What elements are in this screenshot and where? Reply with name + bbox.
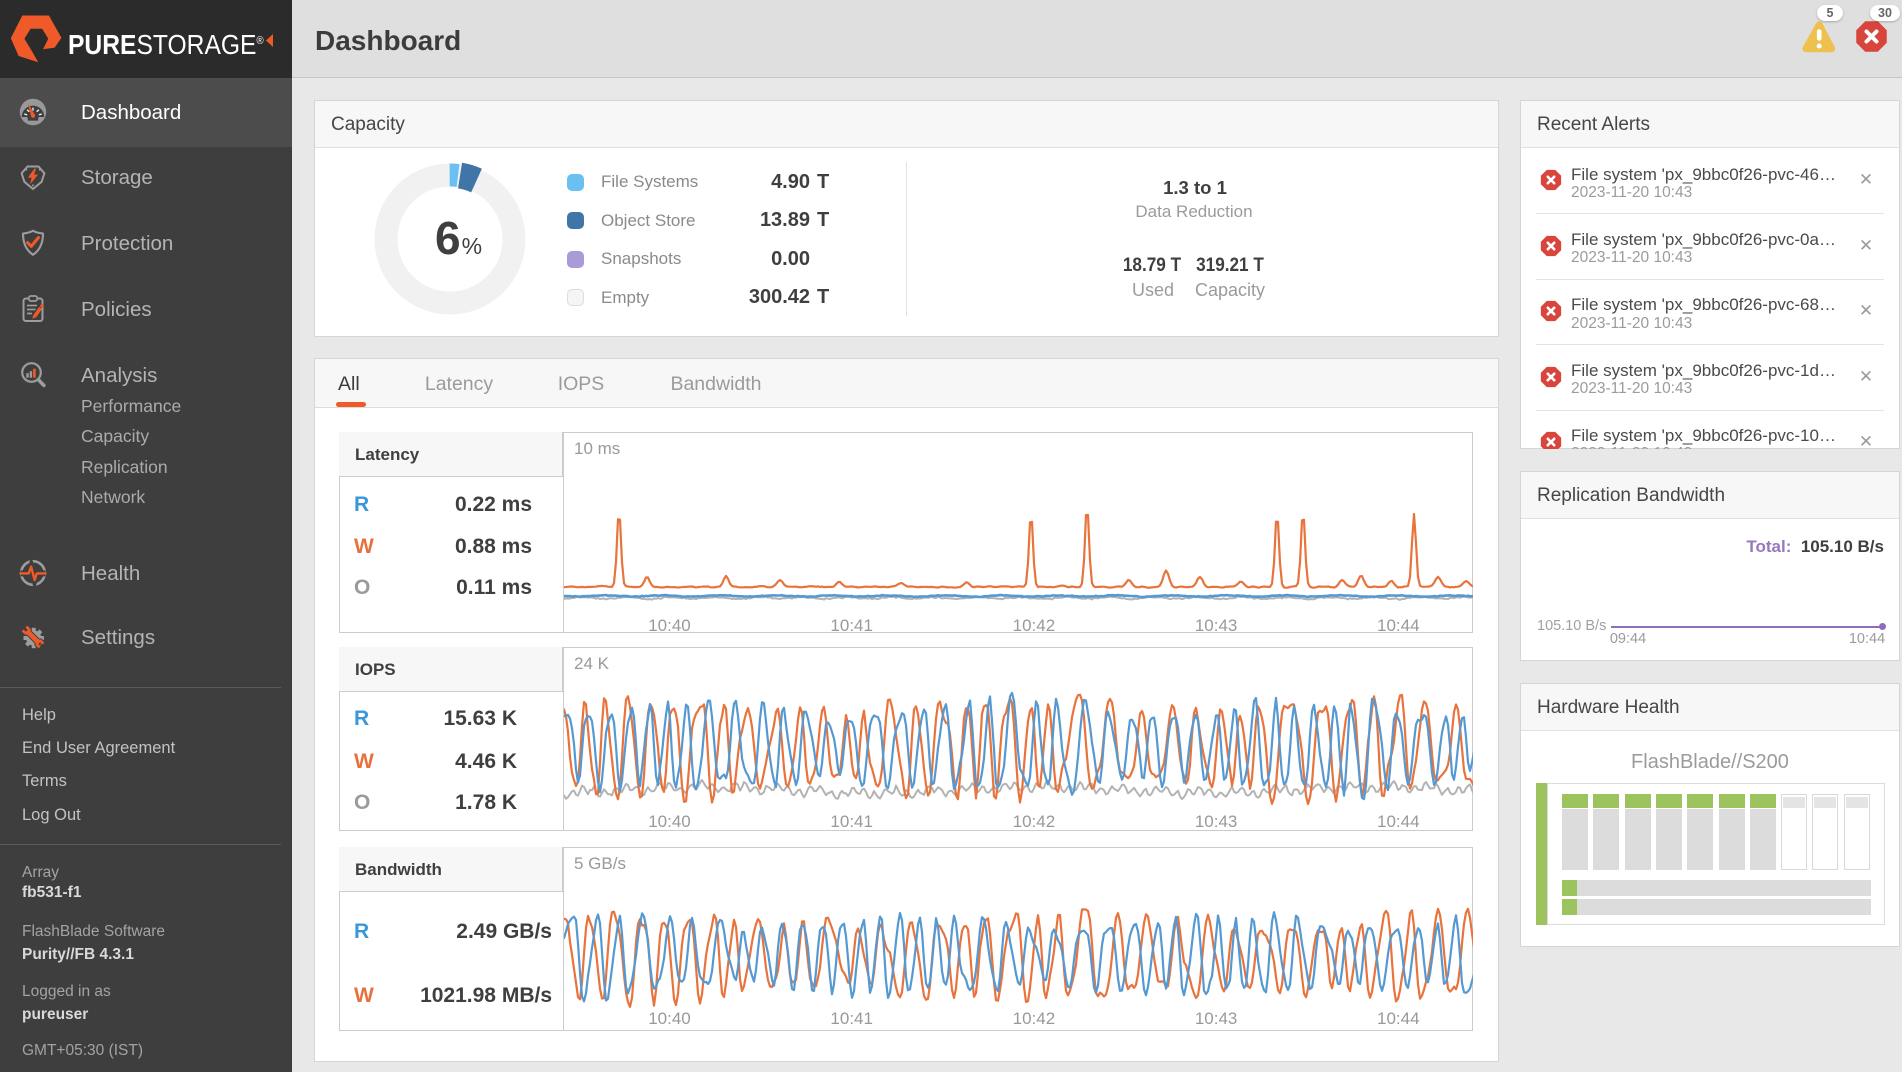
svg-text:10:42: 10:42	[1013, 616, 1056, 633]
svg-text:10:41: 10:41	[830, 616, 873, 633]
svg-text:10:40: 10:40	[648, 616, 691, 633]
svg-text:10:44: 10:44	[1377, 812, 1420, 831]
svg-text:10:41: 10:41	[830, 1009, 873, 1028]
svg-text:10:44: 10:44	[1377, 1009, 1420, 1028]
svg-text:10:41: 10:41	[830, 812, 873, 831]
svg-text:24 K: 24 K	[574, 654, 610, 673]
svg-text:6%: 6%	[435, 212, 482, 264]
svg-text:10:44: 10:44	[1377, 616, 1420, 633]
svg-text:10:40: 10:40	[648, 812, 691, 831]
svg-text:10:43: 10:43	[1195, 812, 1238, 831]
svg-text:5 GB/s: 5 GB/s	[574, 854, 626, 873]
svg-text:10:43: 10:43	[1195, 1009, 1238, 1028]
svg-text:10:40: 10:40	[648, 1009, 691, 1028]
svg-text:10:42: 10:42	[1013, 1009, 1056, 1028]
svg-text:10 ms: 10 ms	[574, 439, 620, 458]
svg-text:10:43: 10:43	[1195, 616, 1238, 633]
svg-text:10:42: 10:42	[1013, 812, 1056, 831]
